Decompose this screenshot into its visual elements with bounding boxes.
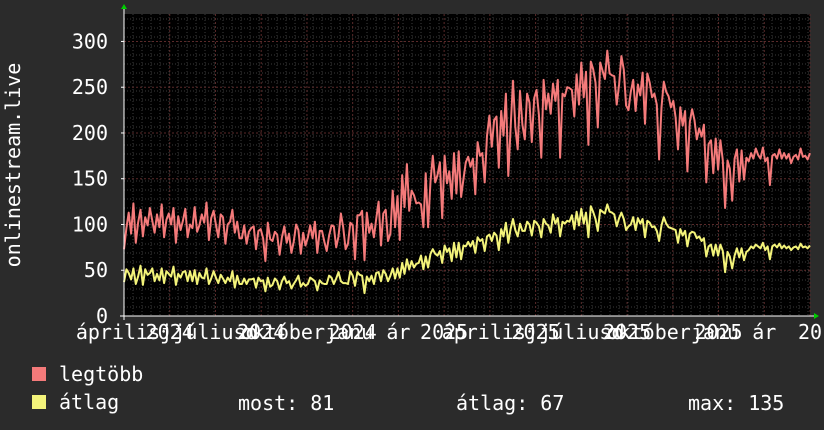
y-tick-label: 100 xyxy=(72,212,108,236)
y-tick-label: 150 xyxy=(72,167,108,191)
stat-average: átlag: 67 xyxy=(456,391,565,415)
y-axis-arrow xyxy=(121,4,127,9)
x-axis-arrow xyxy=(814,313,819,319)
y-tick-label: 250 xyxy=(72,75,108,99)
x-tick-label: 20 xyxy=(798,320,822,344)
y-tick-label: 50 xyxy=(84,258,108,282)
x-tick-label: 2024 xyxy=(329,320,377,344)
legend-item-max: legtöbb xyxy=(32,362,144,386)
legend-item-avg: átlag xyxy=(32,390,120,414)
y-axis-title: onlinestream.live xyxy=(1,63,25,268)
legend-label-max: legtöbb xyxy=(59,362,144,386)
y-tick-label: 200 xyxy=(72,121,108,145)
x-tick-label: ár xyxy=(386,320,410,344)
stat-maximum: max: 135 xyxy=(688,391,785,415)
x-tick-label: ár xyxy=(752,320,776,344)
legend-label-avg: átlag xyxy=(59,390,120,414)
legend-swatch-max xyxy=(32,367,46,381)
legend-swatch-avg xyxy=(32,395,46,409)
y-tick-label: 300 xyxy=(72,29,108,53)
stat-current: most: 81 xyxy=(238,391,335,415)
x-tick-label: 2025 xyxy=(694,320,742,344)
